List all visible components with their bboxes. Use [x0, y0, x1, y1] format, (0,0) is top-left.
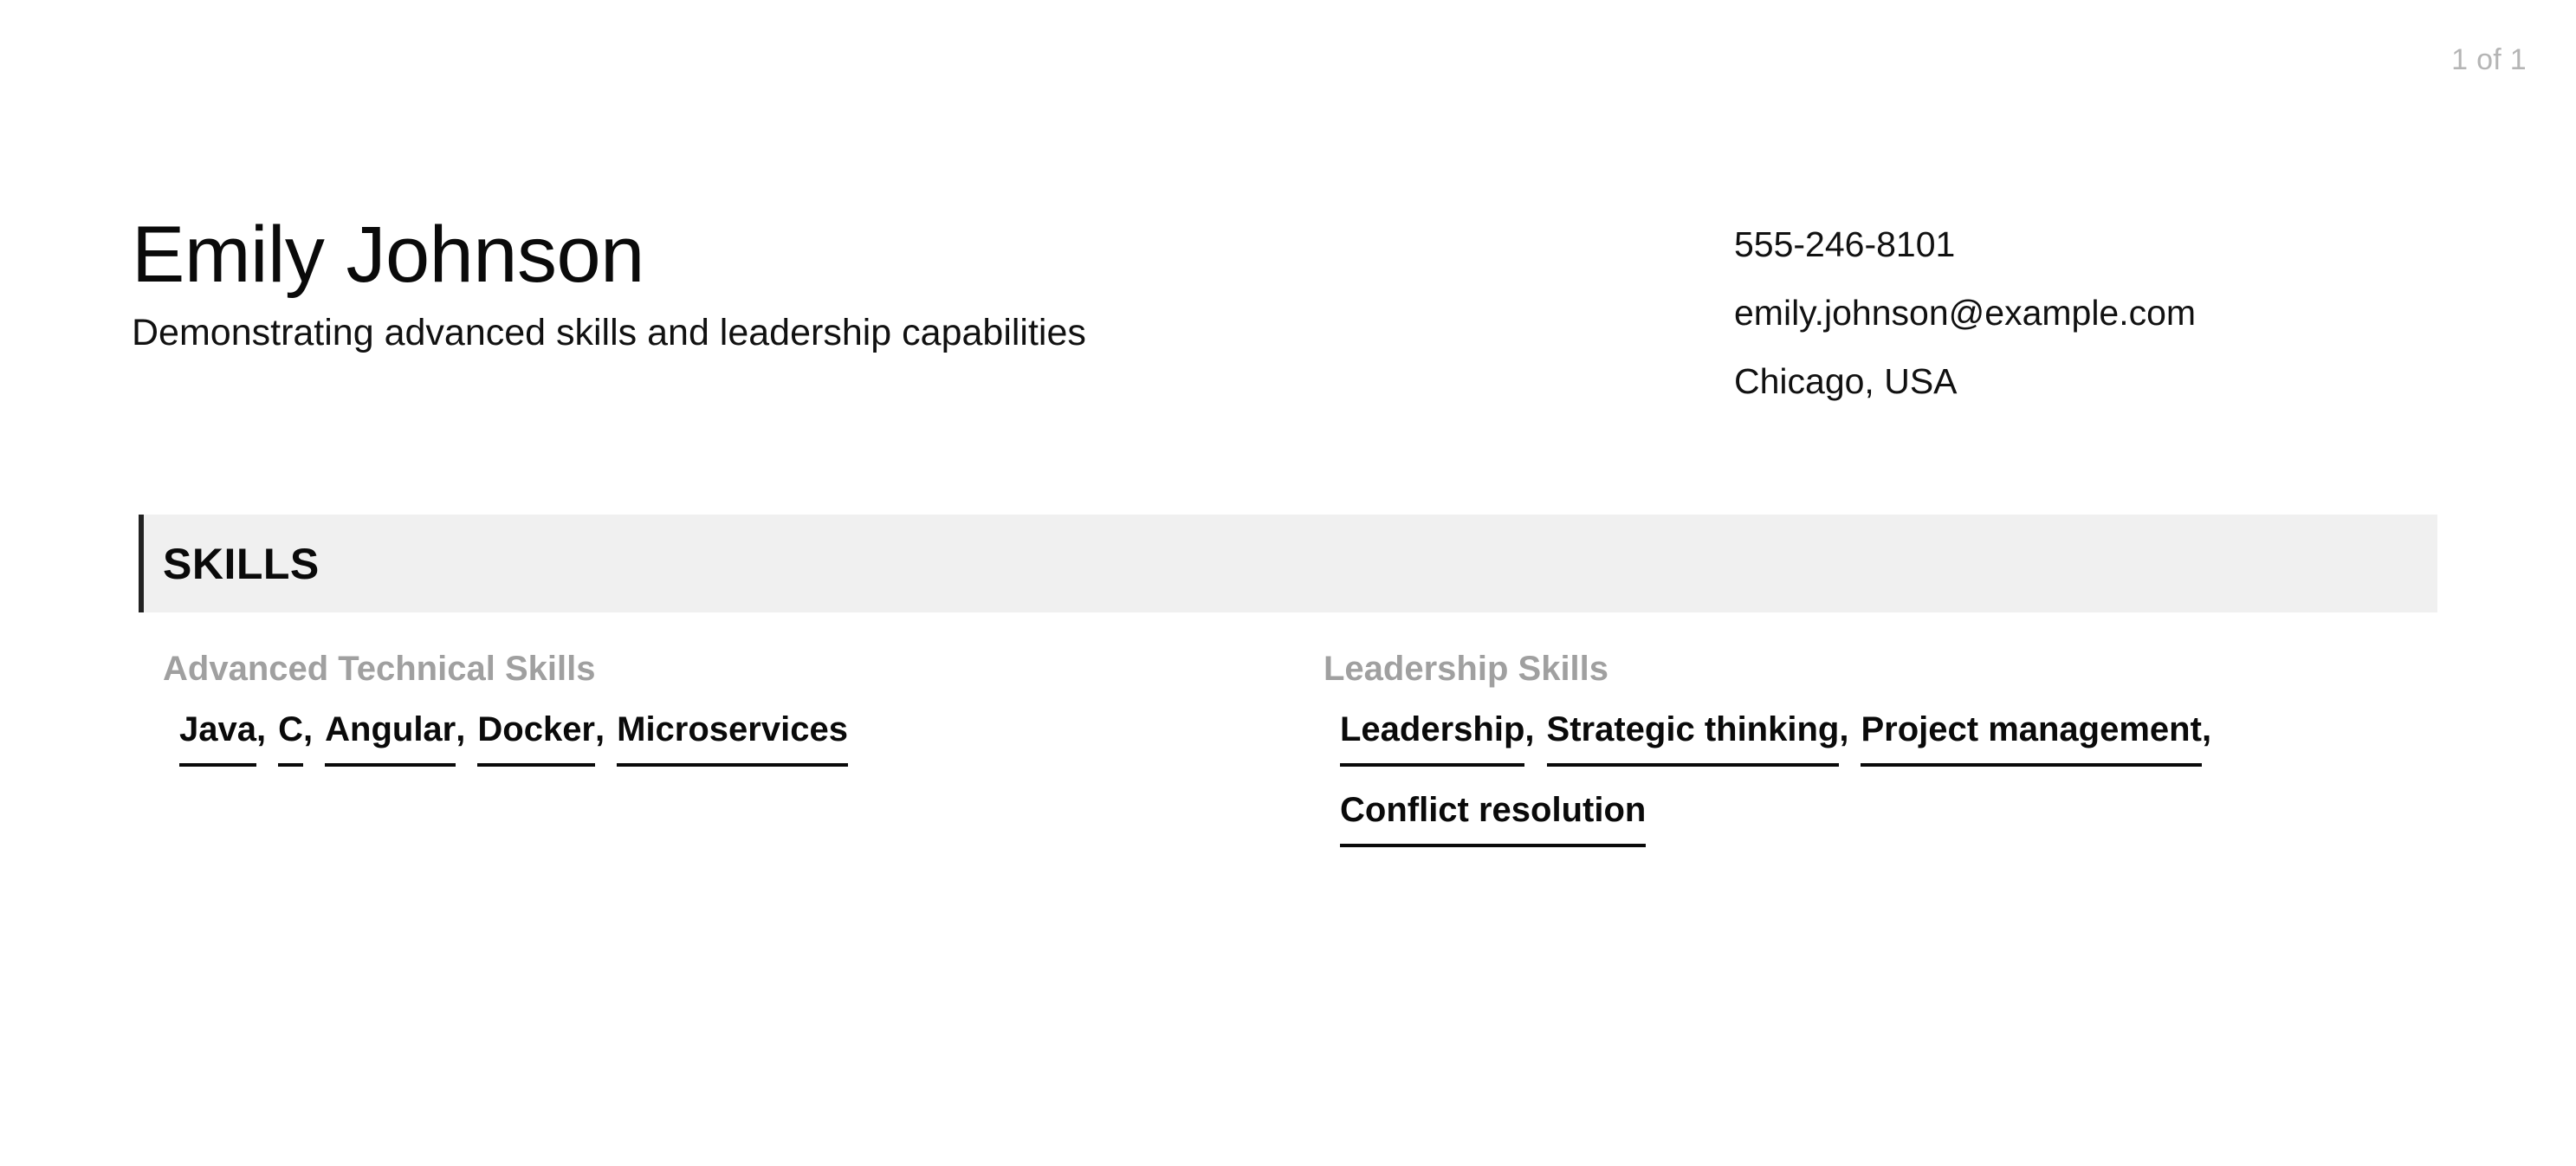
skill-item-label: Microservices — [617, 712, 848, 767]
skills-grid: Advanced Technical Skills Java, C, Angular… — [163, 651, 2450, 873]
skill-item: Leadership, — [1340, 712, 1535, 767]
skill-item-label: Docker — [477, 712, 595, 767]
skill-item-label: Strategic thinking — [1546, 712, 1840, 767]
section-header-bar: SKILLS — [139, 515, 2437, 612]
skill-item-separator: , — [595, 710, 605, 748]
skill-item-separator: , — [256, 710, 267, 748]
skill-item-separator: , — [456, 710, 466, 748]
contact-email: emily.johnson@example.com — [1734, 293, 2197, 333]
skill-item-label: Angular — [325, 712, 456, 767]
skill-item-label: C — [278, 712, 303, 767]
skill-item: C, — [278, 712, 313, 767]
skill-item: Java, — [179, 712, 266, 767]
skill-item: Strategic thinking, — [1546, 710, 1849, 767]
skill-item-label: Leadership — [1340, 712, 1525, 767]
skill-group-heading: Leadership Skills — [1324, 650, 1609, 688]
skill-item-separator: , — [1524, 710, 1535, 748]
skill-item: Project management, — [1861, 712, 2211, 767]
skill-item: Docker, — [477, 712, 605, 767]
skill-item-separator: , — [1839, 710, 1849, 748]
section-accent-bar — [139, 515, 144, 612]
skill-group-leadership: Leadership Skills Leadership, Strategic t… — [1324, 651, 2484, 873]
resume-page: 1 of 1 Emily Johnson Demonstrating advan… — [0, 0, 2576, 1166]
skill-item-separator: , — [2201, 710, 2212, 748]
skill-group-technical: Advanced Technical Skills Java, C, Angular… — [163, 651, 1324, 793]
identity-block: Emily Johnson Demonstrating advanced ski… — [132, 215, 1734, 354]
candidate-tagline: Demonstrating advanced skills and leader… — [132, 312, 1086, 353]
candidate-name: Emily Johnson — [132, 211, 644, 299]
contact-block: 555-246-8101 emily.johnson@example.com C… — [1734, 215, 2446, 399]
skill-item-separator: , — [303, 710, 314, 748]
resume-header: Emily Johnson Demonstrating advanced ski… — [132, 215, 2446, 399]
skill-item: Microservices — [617, 712, 848, 767]
contact-phone: 555-246-8101 — [1734, 224, 1956, 264]
skill-group-heading: Advanced Technical Skills — [163, 650, 596, 688]
contact-location: Chicago, USA — [1734, 361, 1958, 401]
skills-section: SKILLS — [139, 515, 2437, 612]
skill-item-label: Conflict resolution — [1340, 793, 1647, 847]
skill-item: Conflict resolution — [1340, 793, 1647, 847]
skill-item: Angular, — [325, 712, 465, 767]
skill-item-label: Java — [179, 712, 256, 767]
skill-item-label: Project management — [1861, 712, 2202, 767]
skill-list-technical: Java, C, Angular, Docker, Microservices — [163, 712, 1324, 793]
page-counter: 1 of 1 — [2451, 43, 2527, 76]
section-title: SKILLS — [163, 539, 320, 588]
skill-list-leadership: Leadership, Strategic thinking, Project ma… — [1324, 712, 2484, 873]
